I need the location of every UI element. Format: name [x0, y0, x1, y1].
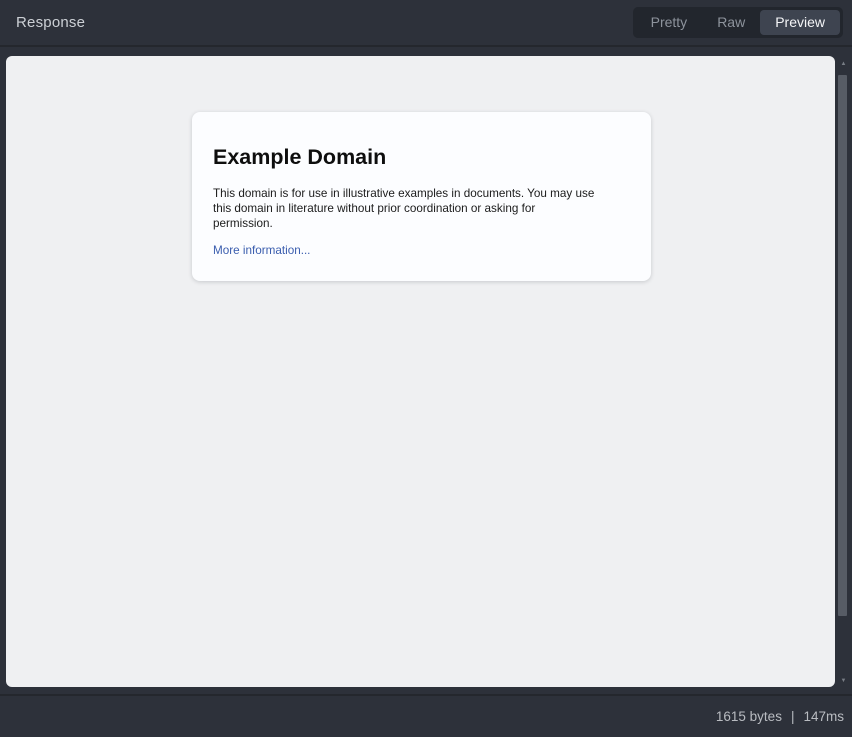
tab-pretty[interactable]: Pretty — [636, 10, 703, 35]
scrollbar-down-icon[interactable]: ▼ — [835, 675, 852, 687]
preview-pane: Example Domain This domain is for use in… — [6, 56, 835, 687]
example-domain-card: Example Domain This domain is for use in… — [192, 112, 651, 281]
scrollbar-thumb[interactable] — [838, 75, 847, 616]
example-page-paragraph: This domain is for use in illustrative e… — [213, 186, 597, 231]
tab-raw[interactable]: Raw — [702, 10, 760, 35]
response-size: 1615 bytes — [716, 709, 782, 724]
response-header: Response Pretty Raw Preview — [0, 0, 852, 47]
status-divider: | — [791, 709, 795, 724]
response-status-bar: 1615 bytes | 147ms — [0, 694, 852, 737]
response-title: Response — [16, 14, 85, 31]
response-view-tabs: Pretty Raw Preview — [633, 7, 843, 38]
tab-preview[interactable]: Preview — [760, 10, 840, 35]
preview-scrollbar[interactable]: ▲ ▼ — [835, 56, 852, 687]
more-information-link[interactable]: More information... — [213, 244, 310, 257]
response-panel: Response Pretty Raw Preview Example Doma… — [0, 0, 852, 737]
response-body-area: Example Domain This domain is for use in… — [0, 47, 852, 694]
response-time: 147ms — [803, 709, 844, 724]
scrollbar-up-icon[interactable]: ▲ — [835, 58, 852, 70]
example-page-heading: Example Domain — [213, 146, 627, 170]
